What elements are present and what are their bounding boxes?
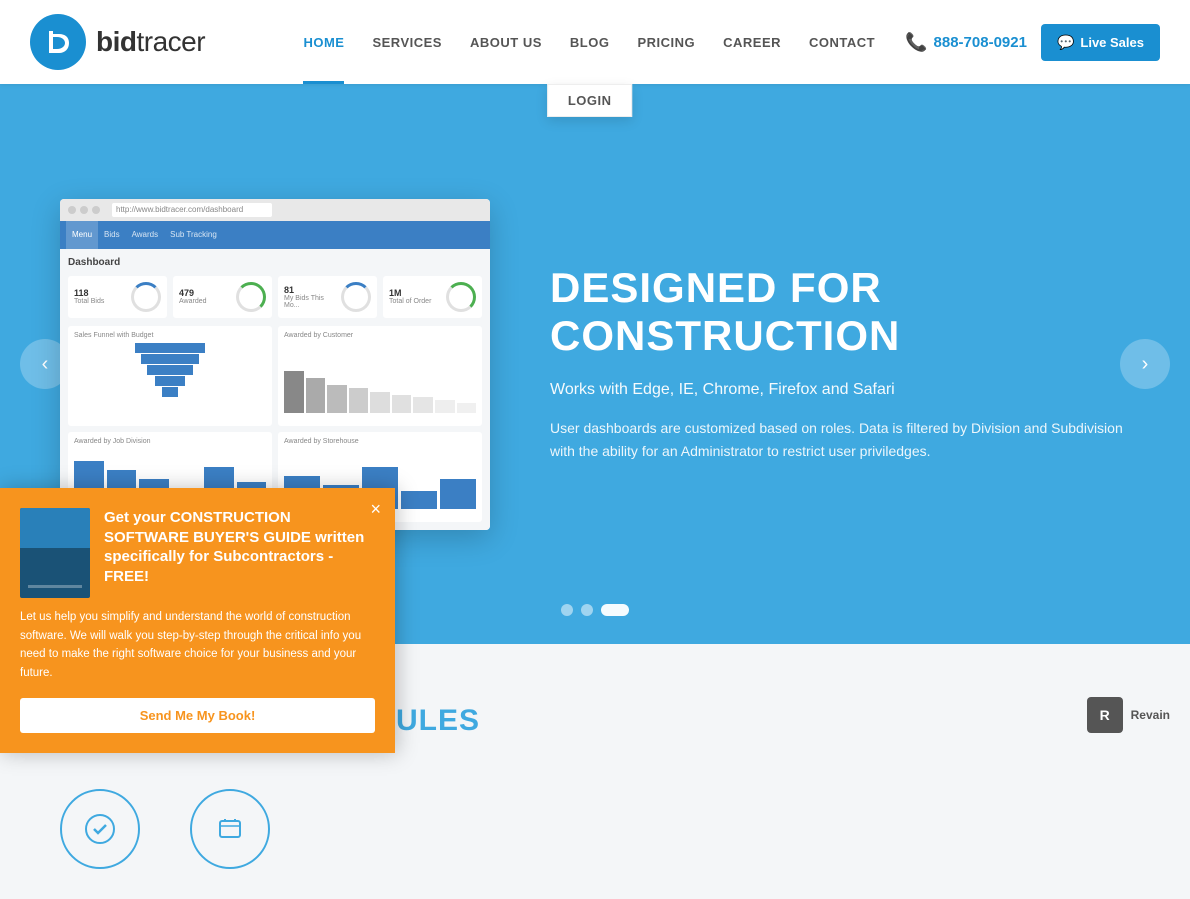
hero-title: DESIGNED FOR CONSTRUCTION bbox=[550, 264, 1130, 361]
blog-dropdown[interactable]: Login bbox=[547, 84, 633, 117]
hero-text: DESIGNED FOR CONSTRUCTION Works with Edg… bbox=[550, 264, 1130, 464]
nav-item-blog[interactable]: BLOG Login bbox=[556, 0, 624, 84]
mock-tab-bids: Bids bbox=[98, 221, 126, 249]
nav-item-career[interactable]: CAREER bbox=[709, 0, 795, 84]
module-icon-1 bbox=[60, 789, 140, 869]
mock-tab-tracking: Sub Tracking bbox=[164, 221, 223, 249]
hero-description: User dashboards are customized based on … bbox=[550, 417, 1130, 465]
phone-wrap: 📞 888-708-0921 bbox=[905, 32, 1027, 53]
slide-dot-2[interactable] bbox=[581, 604, 593, 616]
main-nav: HOME SERVICES ABOUT US BLOG Login PRICIN… bbox=[289, 0, 889, 84]
popup-body: Let us help you simplify and understand … bbox=[20, 608, 375, 682]
popup: × Get your CONSTRUCTION SOFTWARE BUYER'S… bbox=[0, 488, 395, 753]
popup-cta-button[interactable]: Send Me My Book! bbox=[20, 698, 375, 733]
chat-icon: 💬 bbox=[1057, 34, 1074, 51]
logo-icon bbox=[30, 14, 86, 70]
nav-item-pricing[interactable]: PRICING bbox=[623, 0, 709, 84]
nav-item-about-us[interactable]: ABOUT US bbox=[456, 0, 556, 84]
popup-content: Get your CONSTRUCTION SOFTWARE BUYER'S G… bbox=[104, 508, 375, 590]
logo[interactable]: bidtracer bbox=[30, 14, 205, 70]
popup-close-button[interactable]: × bbox=[370, 500, 381, 518]
hero-image: http://www.bidtracer.com/dashboard Menu … bbox=[60, 199, 490, 530]
nav-item-home[interactable]: HOME bbox=[289, 0, 358, 84]
revain-icon: R bbox=[1087, 697, 1123, 733]
module-circle-1 bbox=[60, 789, 140, 869]
slide-dots bbox=[561, 604, 629, 616]
popup-book-image bbox=[20, 508, 90, 598]
phone-number[interactable]: 888-708-0921 bbox=[934, 34, 1027, 51]
modules-icons bbox=[60, 789, 1130, 869]
nav-item-contact[interactable]: CONTACT bbox=[795, 0, 889, 84]
logo-text: bidtracer bbox=[96, 26, 205, 58]
header: bidtracer HOME SERVICES ABOUT US BLOG Lo… bbox=[0, 0, 1190, 84]
slide-dot-1[interactable] bbox=[561, 604, 573, 616]
live-sales-button[interactable]: 💬 Live Sales bbox=[1041, 24, 1160, 61]
module-icon-2 bbox=[190, 789, 270, 869]
revain-label: Revain bbox=[1131, 708, 1170, 722]
module-circle-2 bbox=[190, 789, 270, 869]
dashboard-mockup: http://www.bidtracer.com/dashboard Menu … bbox=[60, 199, 490, 530]
mock-tab-awards: Awards bbox=[126, 221, 165, 249]
next-arrow-icon: › bbox=[1142, 353, 1149, 376]
mock-tab-menu: Menu bbox=[66, 221, 98, 249]
phone-icon: 📞 bbox=[905, 32, 927, 53]
nav-item-services[interactable]: SERVICES bbox=[358, 0, 456, 84]
slide-dot-3[interactable] bbox=[601, 604, 629, 616]
prev-arrow-icon: ‹ bbox=[42, 353, 49, 376]
hero-subtitle: Works with Edge, IE, Chrome, Firefox and… bbox=[550, 381, 1130, 399]
next-slide-button[interactable]: › bbox=[1120, 339, 1170, 389]
popup-headline: Get your CONSTRUCTION SOFTWARE BUYER'S G… bbox=[104, 508, 375, 586]
revain-badge: R Revain bbox=[1087, 697, 1170, 733]
